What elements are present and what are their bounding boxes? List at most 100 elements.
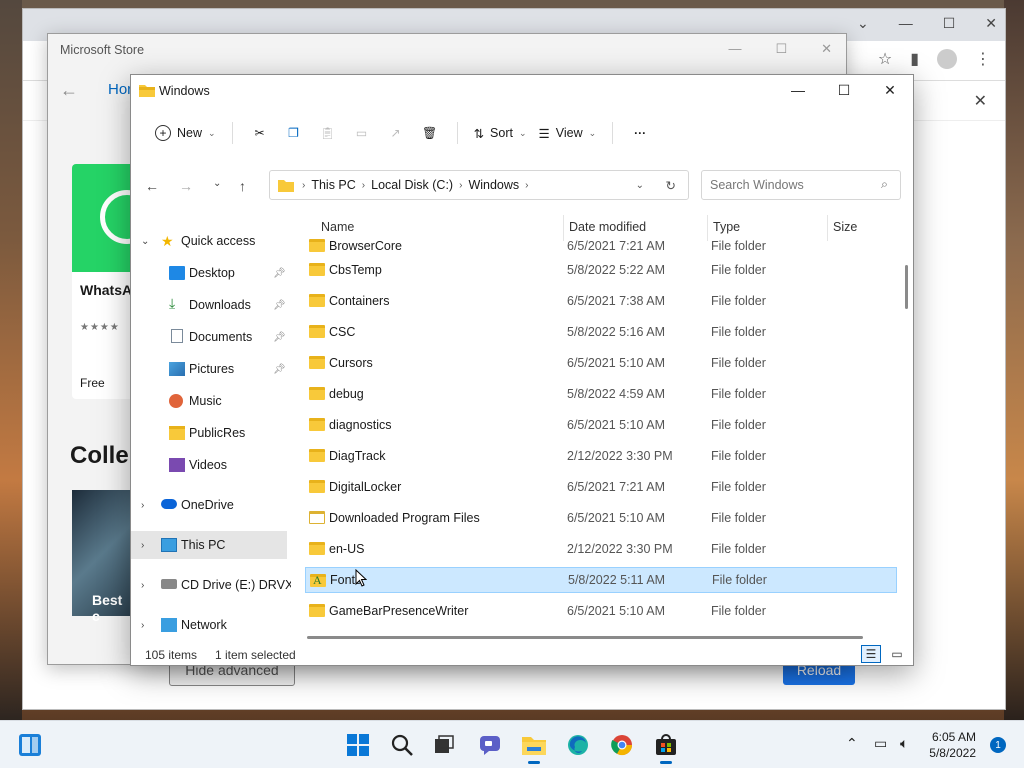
search-icon[interactable] [386, 729, 418, 761]
recent-locations-icon[interactable]: ⌄ [213, 178, 221, 189]
rename-icon[interactable]: ▭ [345, 117, 379, 149]
breadcrumb-windows[interactable]: Windows [468, 178, 519, 192]
edge-icon[interactable] [562, 729, 594, 761]
breadcrumb-local-disk[interactable]: Local Disk (C:) [371, 178, 453, 192]
back-arrow-icon[interactable]: ← [60, 80, 78, 101]
sidebar-item-videos[interactable]: Videos [131, 451, 287, 479]
column-name[interactable]: Name [321, 220, 354, 234]
sidebar-item-pictures[interactable]: Pictures 📌︎ [131, 355, 287, 383]
column-divider[interactable] [563, 215, 564, 241]
table-row[interactable]: BrowserCore 6/5/2021 7:21 AM File folder [305, 239, 897, 253]
view-button[interactable]: ☰ View ⌄ [533, 117, 603, 149]
sidebar-item-onedrive[interactable]: › OneDrive [131, 491, 287, 519]
maximize-icon[interactable]: ☐ [775, 41, 787, 57]
refresh-icon[interactable]: ↻ [666, 178, 676, 193]
store-home-tab[interactable]: Hor [108, 81, 132, 98]
sidebar-item-documents[interactable]: Documents 📌︎ [131, 323, 287, 351]
start-icon[interactable] [342, 729, 374, 761]
file-name: debug [329, 387, 364, 401]
table-row[interactable]: GameBarPresenceWriter 6/5/2021 5:10 AM F… [305, 598, 897, 624]
copy-icon[interactable]: ❐ [277, 117, 311, 149]
file-explorer-window[interactable]: Windows — ☐ ✕ + New ⌄ ✂ ❐ 📋︎ ▭ ↗ 🗑︎ ⇅ So… [130, 74, 914, 666]
profile-icon[interactable] [937, 49, 957, 69]
table-row-selected[interactable]: A Fonts 5/8/2022 5:11 AM File folder [305, 567, 897, 593]
microsoft-store-icon[interactable] [650, 729, 682, 764]
close-icon[interactable]: ✕ [974, 91, 987, 111]
sort-button[interactable]: ⇅ Sort ⌄ [468, 117, 533, 149]
table-row[interactable]: debug 5/8/2022 4:59 AM File folder [305, 381, 897, 407]
sidebar-item-quick-access[interactable]: ⌄ ★ Quick access [131, 227, 287, 255]
volume-icon[interactable]: 🔈︎ [900, 735, 908, 752]
forward-arrow-icon[interactable]: → [179, 178, 193, 194]
chevron-down-icon[interactable]: ⌄ [857, 15, 869, 32]
address-dropdown-icon[interactable]: ⌄ [636, 180, 644, 191]
sidebar-item-music[interactable]: Music [131, 387, 287, 415]
network-status-icon[interactable]: ▭ [874, 735, 887, 752]
widgets-icon[interactable] [14, 729, 46, 761]
minimize-button[interactable]: — [775, 75, 821, 105]
maximize-icon[interactable]: ☐ [943, 15, 956, 32]
close-button[interactable]: ✕ [867, 75, 913, 105]
selection-count: 1 item selected [215, 648, 296, 662]
table-row[interactable]: CbsTemp 5/8/2022 5:22 AM File folder [305, 257, 897, 283]
minimize-icon[interactable]: — [899, 15, 913, 32]
star-icon[interactable]: ☆ [878, 49, 892, 69]
column-date-modified[interactable]: Date modified [569, 220, 646, 234]
file-explorer-icon[interactable] [518, 729, 550, 764]
column-divider[interactable] [827, 215, 828, 241]
folder-icon [309, 325, 325, 338]
back-arrow-icon[interactable]: ← [145, 178, 159, 194]
table-row[interactable]: Downloaded Program Files 6/5/2021 5:10 A… [305, 505, 897, 531]
breadcrumb-this-pc[interactable]: This PC [311, 178, 355, 192]
app-name: WhatsA Desktop [80, 282, 134, 298]
tiles-view-icon[interactable]: ▭ [887, 645, 907, 663]
column-size[interactable]: Size [833, 220, 857, 234]
table-row[interactable]: DiagTrack 2/12/2022 3:30 PM File folder [305, 443, 897, 469]
sidebar-item-publicres[interactable]: PublicRes [131, 419, 287, 447]
chrome-icon[interactable] [606, 729, 638, 761]
close-icon[interactable]: ✕ [985, 15, 997, 32]
table-row[interactable]: Containers 6/5/2021 7:38 AM File folder [305, 288, 897, 314]
clock[interactable]: 6:05 AM 5/8/2022 [929, 729, 976, 761]
sidebar-item-this-pc[interactable]: › This PC [131, 531, 287, 559]
notification-badge[interactable]: 1 [990, 737, 1006, 753]
horizontal-scrollbar[interactable] [307, 635, 863, 641]
maximize-button[interactable]: ☐ [821, 75, 867, 105]
new-button[interactable]: + New ⌄ [149, 117, 222, 149]
table-row[interactable]: DigitalLocker 6/5/2021 7:21 AM File fold… [305, 474, 897, 500]
share-icon[interactable]: ↗ [379, 117, 413, 149]
app-card[interactable]: WhatsA Desktop ★★★★ Free [72, 164, 134, 399]
up-arrow-icon[interactable]: ↑ [239, 178, 246, 194]
task-view-icon[interactable] [428, 729, 460, 761]
menu-icon[interactable]: ⋮ [975, 49, 991, 69]
cut-icon[interactable]: ✂ [243, 117, 277, 149]
sidebar-item-network[interactable]: › Network [131, 611, 287, 639]
scrollbar-thumb[interactable] [307, 636, 863, 639]
sidebar-item-desktop[interactable]: Desktop 📌︎ [131, 259, 287, 287]
column-type[interactable]: Type [713, 220, 740, 234]
delete-icon[interactable]: 🗑︎ [413, 117, 447, 149]
collection-tile[interactable]: Best c [72, 490, 134, 624]
address-bar[interactable]: › This PC › Local Disk (C:) › Windows › … [269, 170, 689, 200]
table-row[interactable]: CSC 5/8/2022 5:16 AM File folder [305, 319, 897, 345]
search-box[interactable]: Search Windows ⌕ [701, 170, 901, 200]
chevron-down-icon: ⌄ [141, 235, 150, 247]
table-row[interactable]: en-US 2/12/2022 3:30 PM File folder [305, 536, 897, 562]
close-icon[interactable]: ✕ [821, 41, 832, 57]
sidebar-item-downloads[interactable]: ⤓ Downloads 📌︎ [131, 291, 287, 319]
vertical-scrollbar[interactable] [903, 215, 911, 629]
chat-icon[interactable] [474, 729, 506, 761]
details-view-icon[interactable]: ☰ [861, 645, 881, 663]
minimize-icon[interactable]: — [728, 41, 741, 57]
scrollbar-thumb[interactable] [905, 265, 908, 309]
column-divider[interactable] [707, 215, 708, 241]
table-row[interactable]: diagnostics 6/5/2021 5:10 AM File folder [305, 412, 897, 438]
sidebar-item-cd-drive[interactable]: › CD Drive (E:) DRVXP [131, 571, 291, 599]
more-options-icon[interactable]: ··· [623, 117, 657, 149]
file-list[interactable]: ⌃ Name Date modified Type Size BrowserCo… [303, 215, 899, 635]
paste-icon[interactable]: 📋︎ [311, 117, 345, 149]
chevron-up-icon[interactable]: ⌃ [846, 735, 858, 752]
sidebar-label: Quick access [181, 234, 256, 248]
table-row[interactable]: Cursors 6/5/2021 5:10 AM File folder [305, 350, 897, 376]
sidepanel-icon[interactable]: ▮ [910, 49, 919, 69]
